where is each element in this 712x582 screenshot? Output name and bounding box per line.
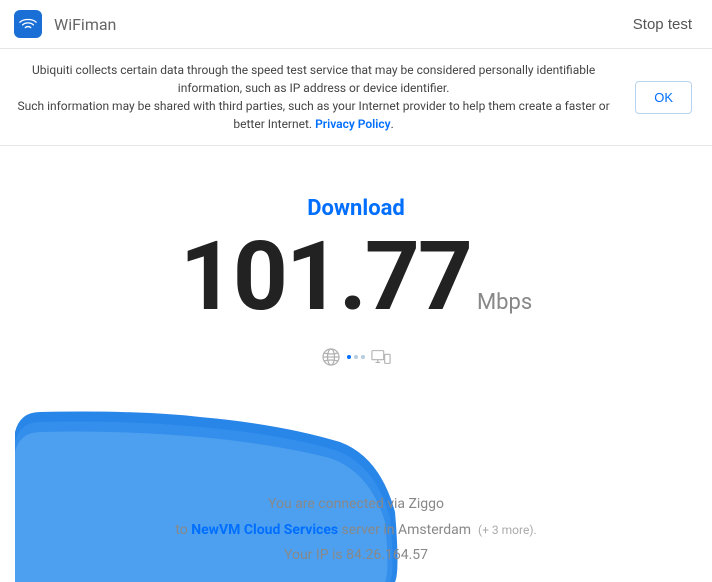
header: WiFiman Stop test	[0, 0, 712, 49]
isp-name: Ziggo	[408, 496, 444, 512]
connected-prefix: You are connected via	[268, 496, 408, 512]
wifiman-icon	[19, 17, 37, 31]
to-prefix: to	[175, 522, 191, 538]
header-left: WiFiman	[14, 10, 116, 38]
server-suffix: server in	[338, 522, 398, 538]
connection-isp-line: You are connected via Ziggo	[0, 492, 712, 517]
connection-server-line: to NewVM Cloud Services server in Amster…	[0, 518, 712, 543]
notice-line2-prefix: Such information may be shared with thir…	[17, 99, 609, 131]
connection-info: You are connected via Ziggo to NewVM Clo…	[0, 492, 712, 568]
app-logo	[14, 10, 42, 38]
privacy-notice: Ubiquiti collects certain data through t…	[0, 49, 712, 146]
notice-line1: Ubiquiti collects certain data through t…	[32, 63, 595, 95]
server-link[interactable]: NewVM Cloud Services	[191, 522, 338, 538]
connection-icons	[0, 347, 712, 367]
speed-value: 101.77	[180, 221, 471, 333]
notice-text: Ubiquiti collects certain data through t…	[4, 61, 623, 133]
app-title: WiFiman	[54, 15, 116, 34]
ok-button[interactable]: OK	[635, 81, 692, 114]
privacy-policy-link[interactable]: Privacy Policy	[315, 117, 391, 131]
download-label: Download	[0, 196, 712, 221]
speed-row: 101.77 Mbps	[0, 221, 712, 333]
globe-icon	[321, 347, 341, 367]
ip-address: 84.26.164.57	[346, 547, 428, 563]
more-servers[interactable]: (+ 3 more)	[478, 523, 533, 537]
more-period: .	[534, 523, 537, 537]
devices-icon	[371, 348, 391, 366]
speed-unit: Mbps	[477, 290, 532, 315]
main-content: Download 101.77 Mbps	[0, 146, 712, 367]
stop-test-button[interactable]: Stop test	[633, 16, 692, 33]
connection-dots	[347, 355, 365, 359]
server-location: Amsterdam	[398, 522, 471, 538]
ip-line: Your IP is 84.26.164.57	[0, 543, 712, 568]
notice-period: .	[391, 117, 394, 131]
ip-prefix: Your IP is	[284, 547, 346, 563]
